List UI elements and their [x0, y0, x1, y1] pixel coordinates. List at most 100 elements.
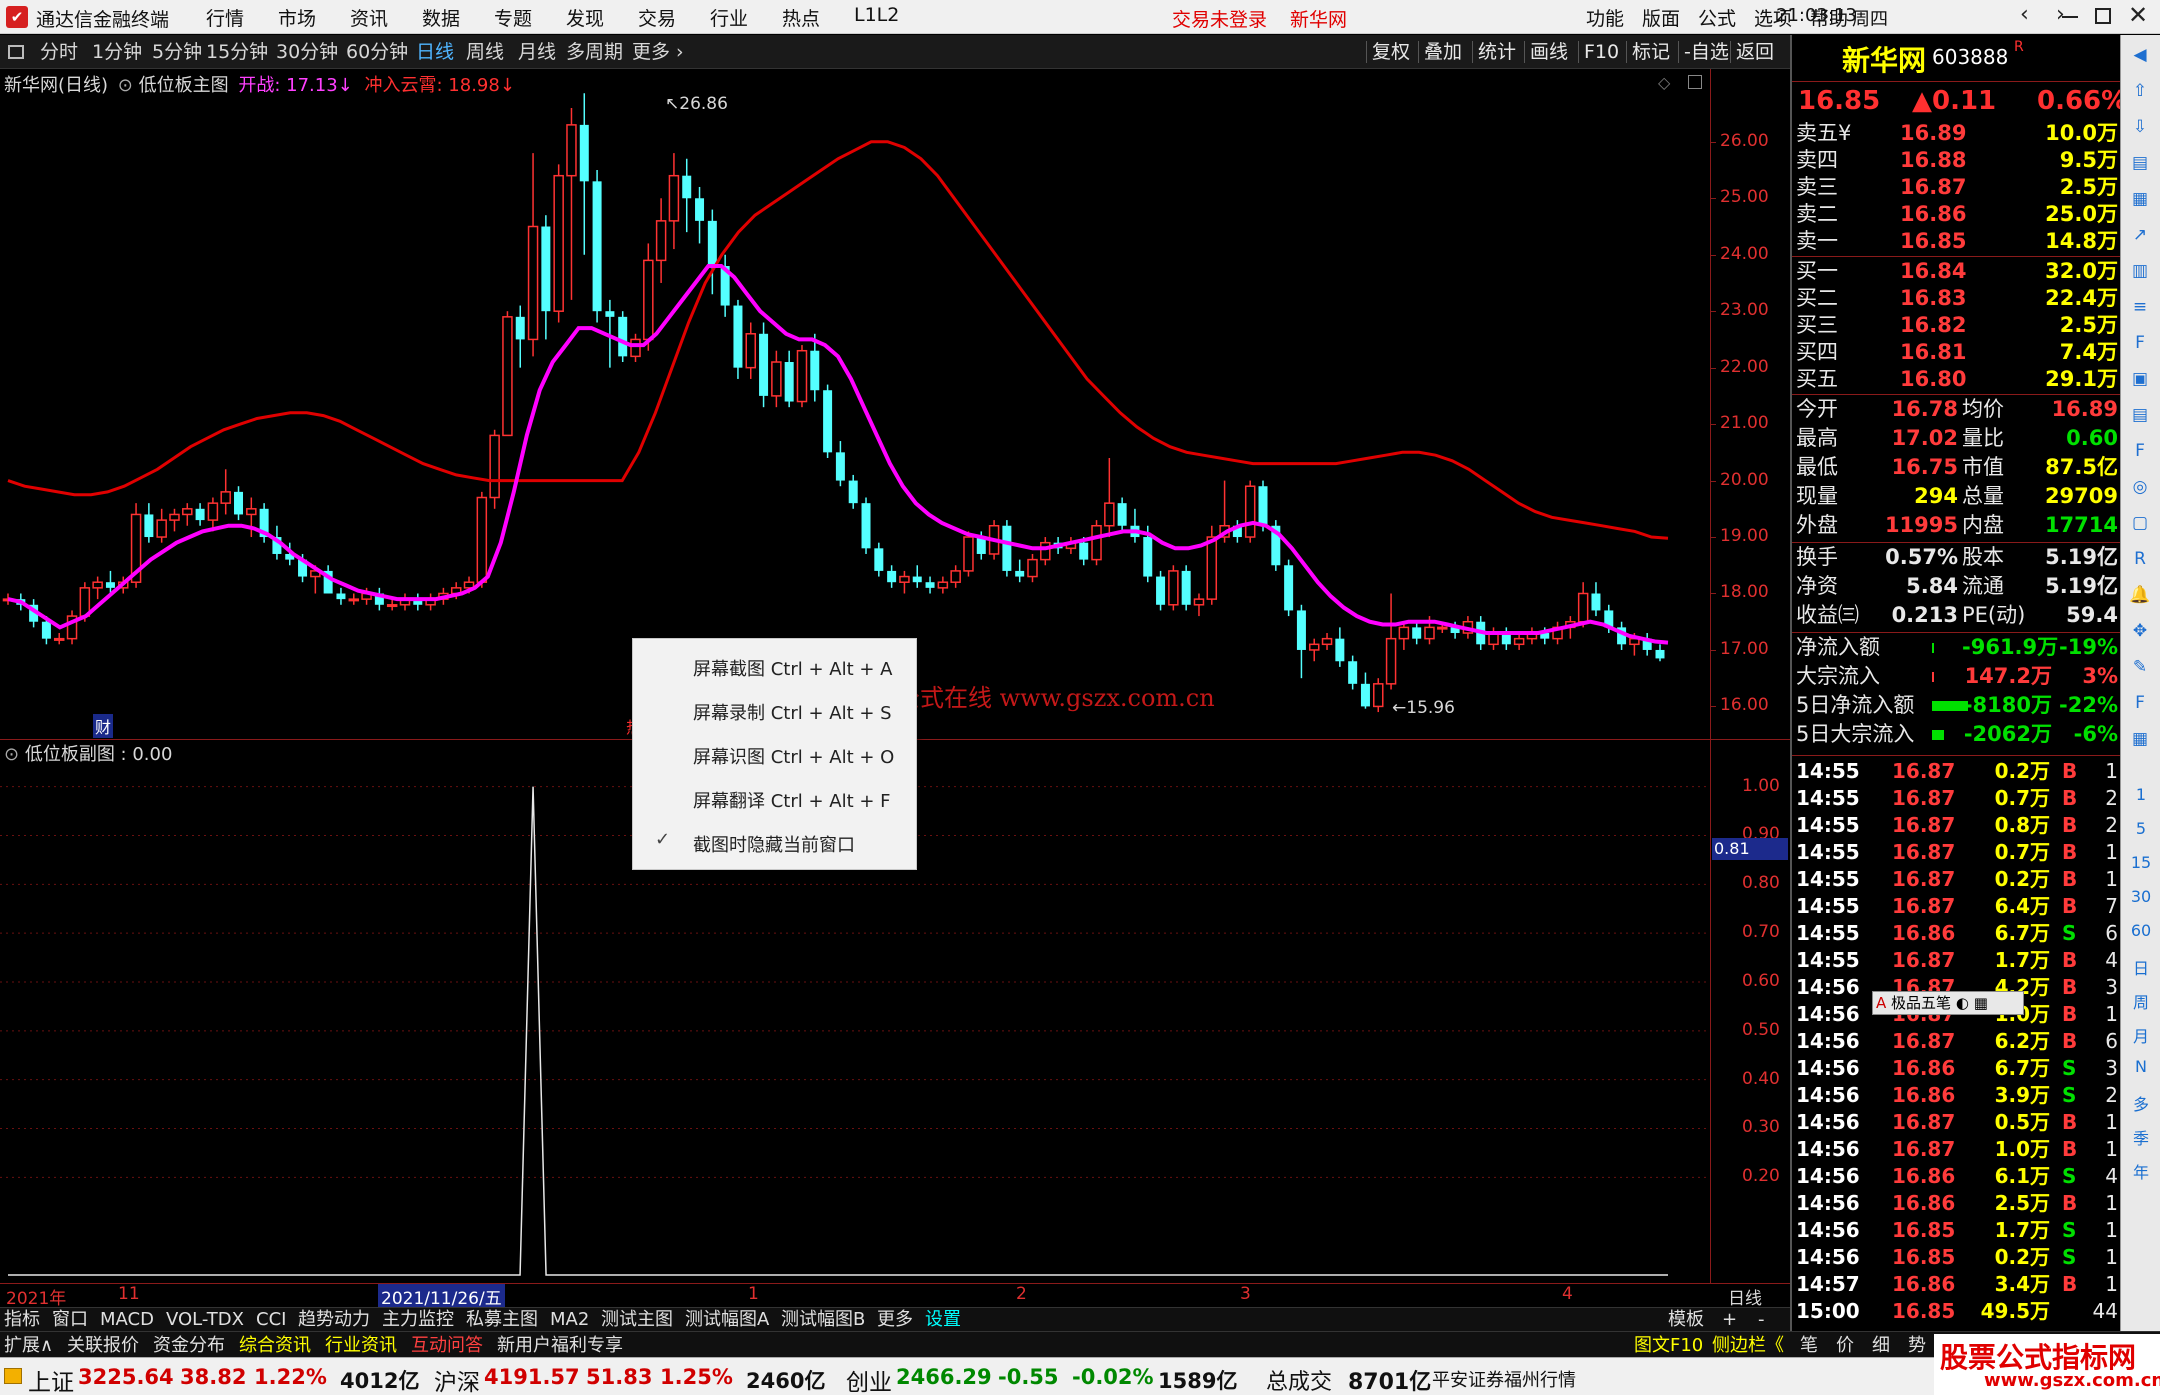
candle[interactable]	[861, 497, 871, 554]
f2-icon[interactable]: F	[2125, 437, 2155, 465]
menu-9[interactable]: L1L2	[854, 4, 899, 26]
info-right-4[interactable]: 细	[1872, 1334, 1890, 1358]
indicator-tab-11[interactable]: 测试幅图B	[781, 1308, 865, 1332]
candle[interactable]	[1091, 520, 1102, 566]
candle[interactable]	[1168, 565, 1179, 611]
menu-5[interactable]: 发现	[566, 4, 604, 31]
ime-a-icon[interactable]: A	[1876, 994, 1886, 1012]
candle[interactable]	[655, 198, 667, 283]
candle[interactable]	[413, 593, 423, 611]
sidebar-period-0[interactable]: 1	[2125, 785, 2157, 804]
candle[interactable]	[1321, 633, 1333, 650]
info-right-0[interactable]: 图文F10	[1634, 1334, 1703, 1358]
candle[interactable]	[950, 565, 961, 588]
candle[interactable]	[695, 186, 705, 244]
menu-item-record[interactable]: 屏幕录制 Ctrl + Alt + S	[693, 699, 892, 725]
candle[interactable]	[1156, 570, 1166, 611]
candle[interactable]	[1296, 604, 1306, 679]
sidebar-period-2[interactable]: 15	[2125, 853, 2157, 872]
candle[interactable]	[733, 299, 743, 379]
info-tab-3[interactable]: 综合资讯	[239, 1334, 311, 1358]
candle[interactable]	[848, 474, 858, 509]
indicator-tab-4[interactable]: CCI	[256, 1308, 286, 1332]
bid-price[interactable]: 16.83	[1900, 285, 1966, 312]
candle[interactable]	[1360, 672, 1370, 709]
rsi-icon[interactable]: R	[2125, 545, 2155, 573]
info-tab-6[interactable]: 新用户福利专享	[497, 1334, 623, 1358]
top-stock-name[interactable]: 新华网	[1290, 5, 1347, 32]
candle[interactable]	[348, 593, 360, 605]
candle[interactable]	[682, 158, 692, 233]
candle[interactable]	[1398, 621, 1410, 650]
info-tab-1[interactable]: 关联报价	[67, 1334, 139, 1358]
candle[interactable]	[771, 350, 782, 408]
news-icon[interactable]: ▤	[2125, 149, 2155, 177]
candle[interactable]	[476, 491, 488, 588]
bar-chart-icon[interactable]: ▥	[2125, 257, 2155, 285]
indicator-tab-6[interactable]: 主力监控	[382, 1308, 454, 1332]
candle[interactable]	[823, 384, 833, 458]
sidebar-period-1[interactable]: 5	[2125, 819, 2157, 838]
info-right-2[interactable]: 笔	[1800, 1334, 1818, 1358]
candle[interactable]	[1501, 627, 1511, 650]
forward-icon[interactable]: ›	[2056, 2, 2065, 27]
candle[interactable]	[566, 107, 577, 300]
toolbar-tool-7[interactable]: 返回	[1736, 35, 1774, 69]
info-tab-2[interactable]: 资金分布	[153, 1334, 225, 1358]
candle[interactable]	[336, 587, 346, 605]
ime-toolbar[interactable]: A 极品五笔 ◐ ▦	[1872, 991, 2024, 1015]
candle[interactable]	[1232, 520, 1242, 543]
candle[interactable]	[515, 305, 525, 368]
box-icon[interactable]: ▢	[2125, 509, 2155, 537]
toolbar-tool-4[interactable]: F10	[1584, 35, 1619, 69]
candle[interactable]	[1373, 678, 1384, 713]
indicator-tab-5[interactable]: 趋势动力	[298, 1308, 370, 1332]
candle[interactable]	[541, 215, 551, 340]
candle[interactable]	[630, 333, 641, 363]
bid-price[interactable]: 16.80	[1900, 366, 1966, 393]
candle[interactable]	[195, 503, 205, 526]
candle[interactable]	[579, 93, 589, 255]
candle[interactable]	[745, 322, 757, 379]
candle[interactable]	[1040, 537, 1051, 566]
period-tab-9[interactable]: 多周期	[566, 35, 623, 69]
candle[interactable]	[1193, 593, 1205, 617]
menu-8[interactable]: 热点	[782, 4, 820, 31]
candle[interactable]	[220, 469, 231, 515]
menu-7[interactable]: 行业	[710, 4, 748, 31]
indicator-tab-3[interactable]: VOL-TDX	[166, 1308, 244, 1332]
candle[interactable]	[796, 345, 808, 408]
bid-price[interactable]: 16.82	[1900, 312, 1966, 339]
indicator-right-1[interactable]: +	[1722, 1308, 1737, 1332]
ask-price[interactable]: 16.89	[1900, 120, 1966, 147]
panel-toggle-icon[interactable]	[8, 45, 24, 59]
candle[interactable]	[1027, 553, 1038, 583]
indicator-right-0[interactable]: 模板	[1668, 1308, 1704, 1332]
candle[interactable]	[937, 576, 949, 594]
sidebar-period-3[interactable]: 30	[2125, 887, 2157, 906]
info-right-5[interactable]: 势	[1908, 1334, 1926, 1358]
candle[interactable]	[1526, 627, 1538, 645]
info-right-3[interactable]: 价	[1836, 1334, 1854, 1358]
candle[interactable]	[182, 503, 193, 526]
candle[interactable]	[1181, 565, 1191, 611]
candle[interactable]	[668, 153, 680, 250]
menu-4[interactable]: 专题	[494, 4, 532, 31]
menu-item-translate[interactable]: 屏幕翻译 Ctrl + Alt + F	[693, 787, 891, 813]
candle[interactable]	[963, 531, 974, 577]
candle[interactable]	[1655, 644, 1665, 662]
period-tab-3[interactable]: 15分钟	[206, 35, 268, 69]
indicator-tab-10[interactable]: 测试幅图A	[685, 1308, 769, 1332]
period-tab-0[interactable]: 分时	[40, 35, 78, 69]
candle[interactable]	[246, 497, 257, 538]
candle[interactable]	[92, 576, 103, 600]
circle-icon[interactable]: ◎	[2125, 473, 2155, 501]
sidebar-period-8[interactable]: N	[2125, 1057, 2157, 1076]
doc-icon[interactable]: ▤	[2125, 401, 2155, 429]
index-name[interactable]: 上证	[28, 1363, 74, 1395]
indicator-tab-1[interactable]: 窗口	[52, 1308, 88, 1332]
candle[interactable]	[1513, 633, 1525, 650]
candle[interactable]	[207, 497, 219, 532]
sidebar-period-5[interactable]: 日	[2125, 955, 2157, 979]
menu-item-hide-window[interactable]: 截图时隐藏当前窗口	[693, 831, 855, 857]
